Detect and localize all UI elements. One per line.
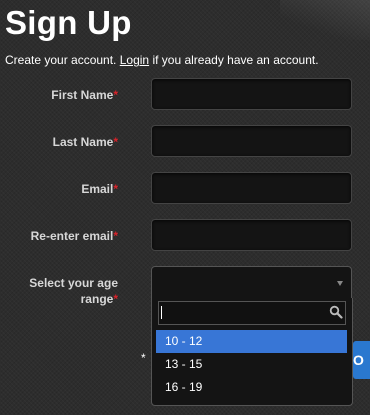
- last-name-label: Last Name*: [0, 134, 118, 150]
- last-name-label-text: Last Name: [52, 135, 114, 149]
- dropdown-search-input[interactable]: [158, 301, 346, 325]
- age-range-label-line2: range: [80, 292, 114, 306]
- search-icon: [329, 305, 343, 319]
- age-range-select[interactable]: [151, 266, 352, 299]
- last-name-input[interactable]: [151, 125, 352, 157]
- login-link[interactable]: Login: [120, 53, 149, 67]
- subtitle-suffix: if you already have an account.: [149, 53, 319, 67]
- reenter-email-input[interactable]: [151, 219, 352, 251]
- reenter-email-label: Re-enter email*: [0, 228, 118, 244]
- next-button[interactable]: O: [353, 341, 370, 379]
- required-note-text: *: [141, 351, 146, 365]
- background-shade: [280, 0, 370, 40]
- age-range-dropdown: 10 - 12 13 - 15 16 - 19: [151, 298, 353, 406]
- required-mark: *: [113, 229, 118, 243]
- email-label: Email*: [0, 181, 118, 197]
- email-input[interactable]: [151, 172, 352, 204]
- age-option-13-15[interactable]: 13 - 15: [156, 353, 347, 376]
- required-mark: *: [113, 135, 118, 149]
- required-note: *: [141, 351, 146, 365]
- subtitle-prefix: Create your account.: [5, 53, 120, 67]
- required-mark: *: [113, 88, 118, 102]
- page-subtitle: Create your account. Login if you alread…: [5, 52, 319, 68]
- first-name-input[interactable]: [151, 78, 352, 110]
- age-range-label-line1: Select your age: [29, 276, 118, 290]
- age-option-16-19[interactable]: 16 - 19: [156, 376, 347, 399]
- required-mark: *: [113, 182, 118, 196]
- reenter-email-label-text: Re-enter email: [30, 229, 114, 243]
- first-name-label: First Name*: [0, 87, 118, 103]
- first-name-label-text: First Name: [51, 88, 114, 102]
- required-mark: *: [113, 292, 118, 306]
- age-range-label: Select your age range*: [0, 275, 118, 307]
- page-title: Sign Up: [5, 4, 132, 41]
- next-button-label: O: [353, 352, 364, 368]
- text-caret: [161, 306, 162, 319]
- email-label-text: Email: [81, 182, 114, 196]
- age-option-10-12[interactable]: 10 - 12: [156, 330, 347, 353]
- chevron-down-icon: [337, 281, 343, 286]
